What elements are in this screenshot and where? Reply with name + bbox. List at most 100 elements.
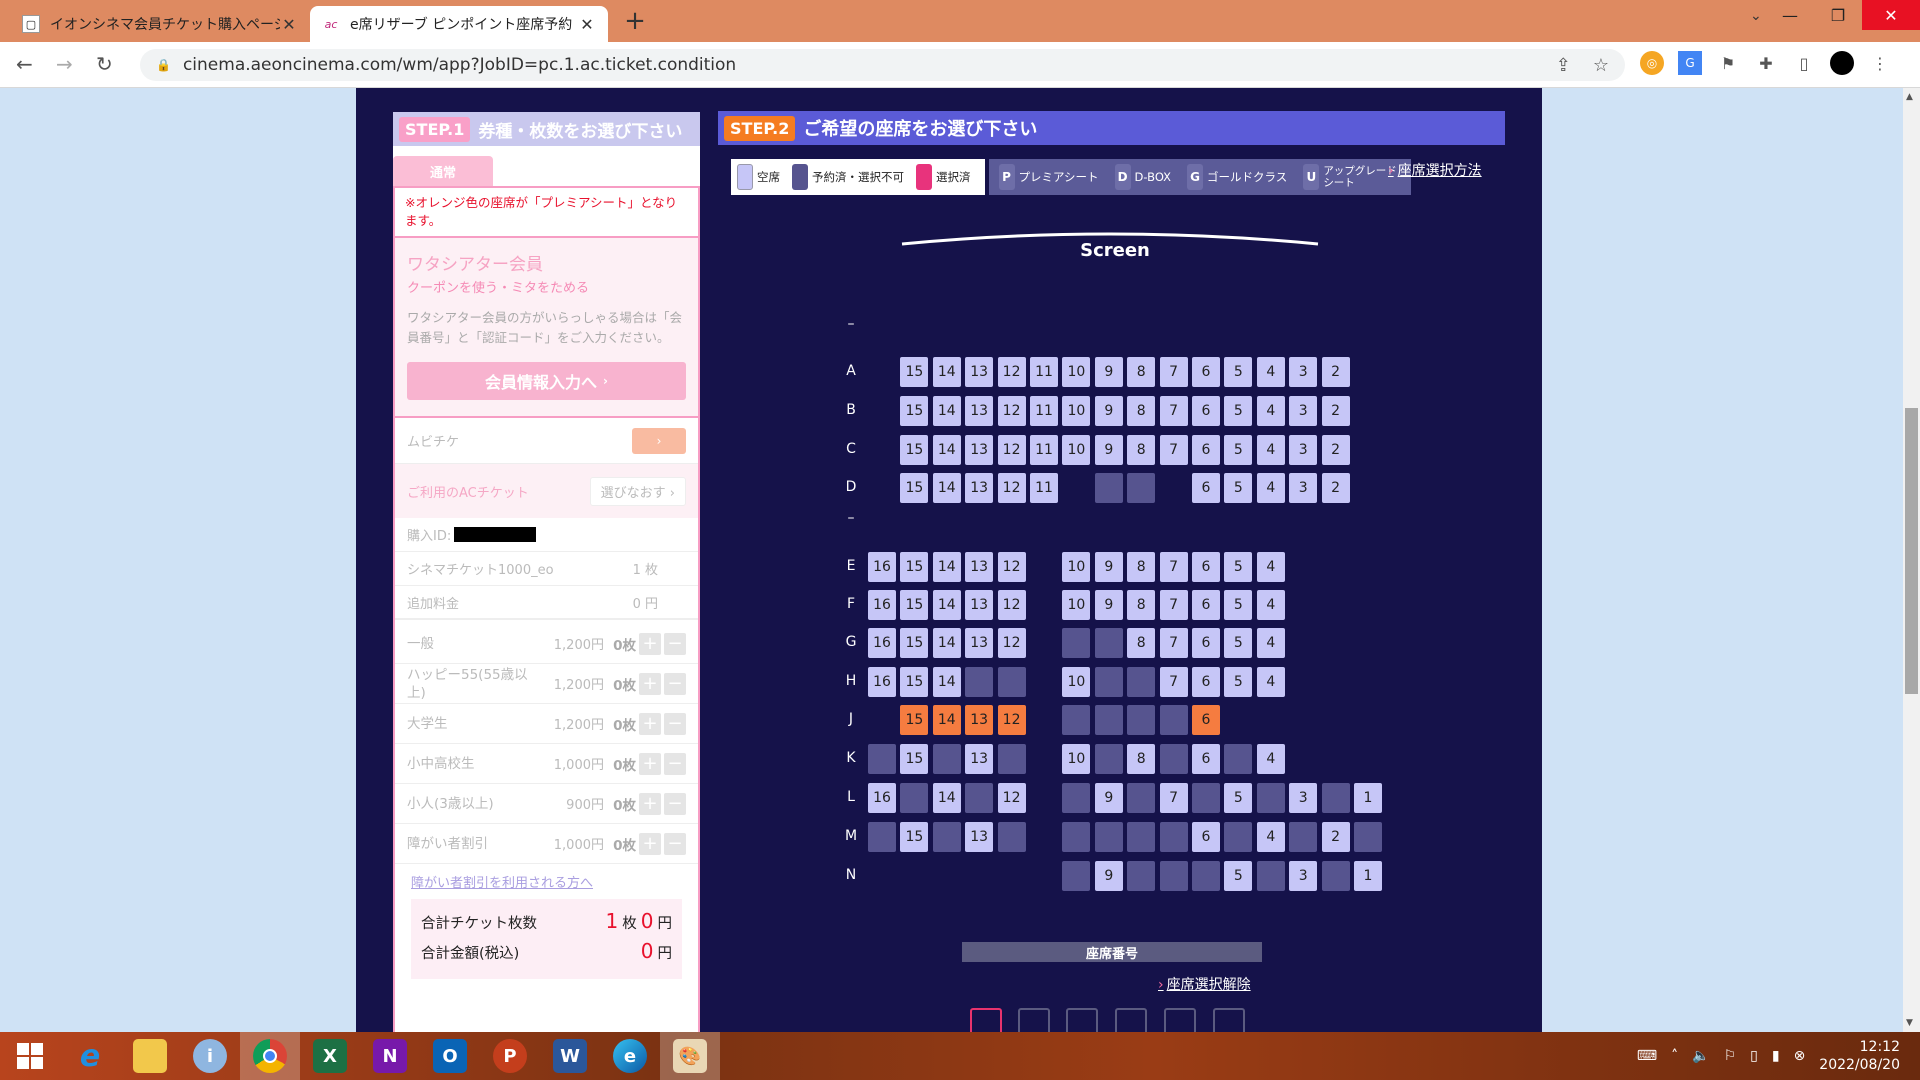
seat-available[interactable]: 5 bbox=[1224, 435, 1253, 465]
plus-button[interactable]: + bbox=[639, 832, 661, 855]
seat-available[interactable]: 6 bbox=[1192, 396, 1220, 426]
close-window-icon[interactable]: ✕ bbox=[1862, 0, 1920, 30]
reselect-button[interactable]: 選びなおす › bbox=[589, 476, 686, 506]
seat-available[interactable]: 6 bbox=[1192, 667, 1220, 697]
battery-icon[interactable]: ▯ bbox=[1750, 1048, 1758, 1064]
seat-available[interactable]: 3 bbox=[1289, 783, 1318, 813]
seat-available[interactable]: 6 bbox=[1192, 357, 1220, 387]
seat-available[interactable]: 14 bbox=[932, 357, 961, 387]
seat-available[interactable]: 16 bbox=[868, 667, 896, 697]
plus-button[interactable]: + bbox=[639, 752, 661, 775]
cancel-selection-link[interactable]: › 座席選択解除 bbox=[1158, 974, 1251, 994]
seat-available[interactable]: 14 bbox=[932, 590, 961, 620]
seat-available[interactable]: 3 bbox=[1289, 861, 1318, 891]
seat-available[interactable]: 6 bbox=[1192, 822, 1220, 852]
seat-available[interactable]: 4 bbox=[1256, 473, 1285, 503]
network-flag-icon[interactable]: ⚐ bbox=[1724, 1048, 1737, 1064]
seat-available[interactable]: 12 bbox=[997, 552, 1026, 582]
lock-icon[interactable]: 🔒 bbox=[156, 58, 171, 72]
minus-button[interactable]: − bbox=[664, 832, 686, 855]
windows-start-icon[interactable] bbox=[0, 1032, 60, 1080]
seat-available[interactable]: 5 bbox=[1224, 396, 1253, 426]
seat-available[interactable]: 5 bbox=[1224, 357, 1253, 387]
outlook-icon[interactable]: O bbox=[420, 1032, 480, 1080]
seat-available[interactable]: 2 bbox=[1321, 473, 1350, 503]
internet-explorer-icon[interactable]: e bbox=[60, 1032, 120, 1080]
seat-available[interactable]: 8 bbox=[1127, 744, 1156, 774]
volume-icon[interactable]: 🔈 bbox=[1692, 1048, 1709, 1064]
seat-available[interactable]: 16 bbox=[868, 590, 896, 620]
seat-available[interactable]: 5 bbox=[1224, 783, 1253, 813]
seat-available[interactable]: 2 bbox=[1321, 435, 1350, 465]
scroll-up-arrow-icon[interactable]: ▲ bbox=[1906, 92, 1913, 102]
seat-available[interactable]: 8 bbox=[1127, 435, 1156, 465]
seat-available[interactable]: 3 bbox=[1289, 396, 1318, 426]
url-text[interactable]: cinema.aeoncinema.com/wm/app?JobID=pc.1.… bbox=[183, 55, 736, 75]
seat-premier[interactable]: 12 bbox=[997, 705, 1026, 735]
seat-available[interactable]: 5 bbox=[1224, 667, 1253, 697]
edge-icon[interactable]: e bbox=[600, 1032, 660, 1080]
seat-available[interactable]: 15 bbox=[900, 590, 929, 620]
side-panel-icon[interactable]: ▯ bbox=[1792, 51, 1816, 75]
mubichike-button[interactable]: › bbox=[632, 427, 686, 454]
minimize-icon[interactable]: — bbox=[1766, 0, 1814, 30]
close-circle-icon[interactable]: ⊗ bbox=[1794, 1048, 1806, 1064]
seat-available[interactable]: 4 bbox=[1256, 667, 1285, 697]
minus-button[interactable]: − bbox=[664, 752, 686, 775]
plus-button[interactable]: + bbox=[639, 672, 661, 695]
seat-available[interactable]: 7 bbox=[1159, 396, 1188, 426]
seat-available[interactable]: 6 bbox=[1192, 744, 1220, 774]
seat-available[interactable]: 9 bbox=[1094, 435, 1123, 465]
tray-chevron-icon[interactable]: ˄ bbox=[1671, 1048, 1678, 1064]
browser-tab-seat-reserve[interactable]: ac e席リザーブ ピンポイント座席予約 ✕ bbox=[310, 6, 608, 42]
seat-available[interactable]: 15 bbox=[900, 396, 929, 426]
seat-premier[interactable]: 14 bbox=[932, 705, 961, 735]
seat-available[interactable]: 9 bbox=[1094, 783, 1123, 813]
minus-button[interactable]: − bbox=[664, 632, 686, 655]
seat-available[interactable]: 15 bbox=[900, 473, 929, 503]
seat-available[interactable]: 1 bbox=[1354, 861, 1382, 891]
seat-available[interactable]: 2 bbox=[1321, 822, 1350, 852]
plus-button[interactable]: + bbox=[639, 632, 661, 655]
seat-available[interactable]: 7 bbox=[1159, 552, 1188, 582]
seat-available[interactable]: 4 bbox=[1256, 396, 1285, 426]
seat-available[interactable]: 7 bbox=[1159, 590, 1188, 620]
close-tab-icon[interactable]: ✕ bbox=[280, 15, 298, 34]
seat-available[interactable]: 8 bbox=[1127, 590, 1156, 620]
signal-icon[interactable]: ▮ bbox=[1772, 1048, 1780, 1064]
seat-available[interactable]: 14 bbox=[932, 396, 961, 426]
seat-premier[interactable]: 15 bbox=[900, 705, 929, 735]
seat-available[interactable]: 5 bbox=[1224, 473, 1253, 503]
seat-available[interactable]: 13 bbox=[965, 396, 994, 426]
seat-available[interactable]: 14 bbox=[932, 783, 961, 813]
seat-available[interactable]: 15 bbox=[900, 822, 929, 852]
seat-available[interactable]: 11 bbox=[1030, 357, 1058, 387]
seat-available[interactable]: 13 bbox=[965, 552, 994, 582]
seat-available[interactable]: 5 bbox=[1224, 861, 1253, 891]
seat-available[interactable]: 9 bbox=[1094, 396, 1123, 426]
seat-available[interactable]: 6 bbox=[1192, 473, 1220, 503]
scroll-down-arrow-icon[interactable]: ▼ bbox=[1906, 1018, 1913, 1028]
forward-arrow-icon[interactable]: → bbox=[56, 52, 73, 76]
seat-available[interactable]: 14 bbox=[932, 552, 961, 582]
excel-icon[interactable]: X bbox=[300, 1032, 360, 1080]
minus-button[interactable]: − bbox=[664, 792, 686, 815]
powerpoint-icon[interactable]: P bbox=[480, 1032, 540, 1080]
word-icon[interactable]: W bbox=[540, 1032, 600, 1080]
seat-available[interactable]: 13 bbox=[965, 473, 994, 503]
keyboard-icon[interactable]: ⌨ bbox=[1637, 1048, 1657, 1064]
seat-available[interactable]: 12 bbox=[997, 628, 1026, 658]
seat-available[interactable]: 9 bbox=[1094, 357, 1123, 387]
seat-available[interactable]: 12 bbox=[997, 473, 1026, 503]
seat-available[interactable]: 2 bbox=[1321, 396, 1350, 426]
seat-available[interactable]: 1 bbox=[1354, 783, 1382, 813]
seat-available[interactable]: 14 bbox=[932, 473, 961, 503]
seat-available[interactable]: 15 bbox=[900, 628, 929, 658]
seat-available[interactable]: 7 bbox=[1159, 357, 1188, 387]
extension-flag-icon[interactable]: ⚑ bbox=[1716, 51, 1740, 75]
seat-available[interactable]: 13 bbox=[965, 628, 994, 658]
browser-tab-ticket-purchase[interactable]: ▢ イオンシネマ会員チケット購入ページ ✕ bbox=[10, 6, 310, 42]
seat-available[interactable]: 16 bbox=[868, 783, 896, 813]
menu-kebab-icon[interactable]: ⋮ bbox=[1868, 51, 1892, 75]
seat-available[interactable]: 7 bbox=[1159, 628, 1188, 658]
